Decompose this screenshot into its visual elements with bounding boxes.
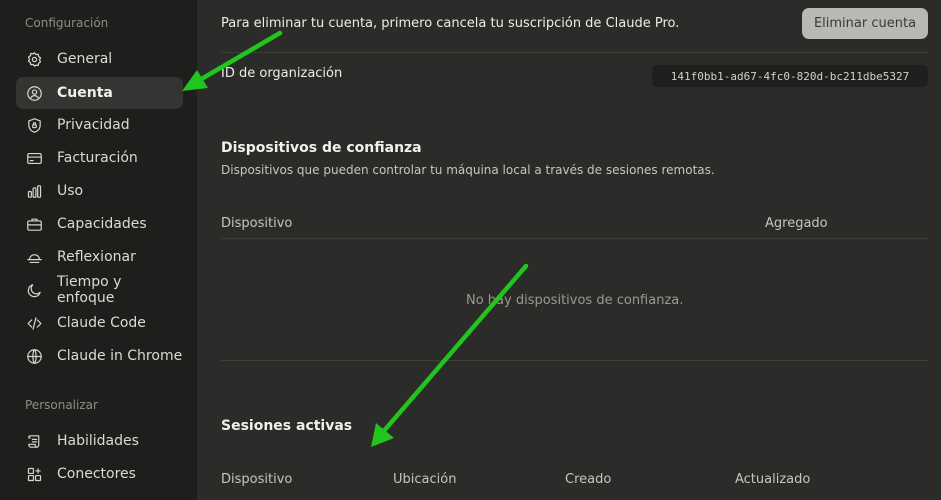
sidebar-item-label: Privacidad xyxy=(57,117,130,133)
sidebar-item-claude-in-chrome[interactable]: Claude in Chrome xyxy=(16,340,183,372)
bar-chart-icon xyxy=(27,184,42,198)
sidebar-item-facturacion[interactable]: Facturación xyxy=(16,142,183,174)
globe-icon xyxy=(27,348,42,364)
sessions-column-created: Creado xyxy=(565,472,612,487)
briefcase-icon xyxy=(27,218,42,231)
table-divider xyxy=(221,238,928,239)
sidebar-item-label: General xyxy=(57,51,113,67)
active-sessions-title: Sesiones activas xyxy=(221,418,353,434)
sidebar-item-label: Reflexionar xyxy=(57,249,136,265)
sidebar-item-reflexionar[interactable]: Reflexionar xyxy=(16,241,183,273)
account-settings-panel: Para eliminar tu cuenta, primero cancela… xyxy=(197,0,941,500)
sidebar-item-habilidades[interactable]: Habilidades xyxy=(16,425,183,457)
sidebar-item-label: Capacidades xyxy=(57,216,147,232)
sidebar-item-label: Uso xyxy=(57,183,84,199)
sidebar-item-label: Cuenta xyxy=(57,85,113,101)
moon-icon xyxy=(27,283,41,297)
gear-icon xyxy=(27,51,42,67)
sessions-column-location: Ubicación xyxy=(393,472,457,487)
delete-account-message: Para eliminar tu cuenta, primero cancela… xyxy=(221,16,680,31)
sidebar-item-cuenta[interactable]: Cuenta xyxy=(16,77,183,109)
trusted-devices-empty-state: No hay dispositivos de confianza. xyxy=(466,293,684,308)
sidebar-item-conectores[interactable]: Conectores xyxy=(16,458,183,490)
organization-id-label: ID de organización xyxy=(221,66,343,81)
sunrise-icon xyxy=(27,253,42,263)
sidebar: Configuración General Cuenta Privacidad … xyxy=(0,0,197,500)
scroll-icon xyxy=(28,434,40,448)
shield-icon xyxy=(28,117,41,133)
divider xyxy=(221,360,928,361)
sidebar-item-label: Tiempo y enfoque xyxy=(57,274,122,306)
user-circle-icon xyxy=(27,85,42,101)
trusted-devices-column-added: Agregado xyxy=(765,216,828,231)
sidebar-item-label: Claude Code xyxy=(57,315,146,331)
config-section-title: Configuración xyxy=(25,16,109,30)
sidebar-item-general[interactable]: General xyxy=(16,43,183,75)
puzzle-icon xyxy=(27,467,42,481)
sidebar-item-capacidades[interactable]: Capacidades xyxy=(16,208,183,240)
sidebar-item-tiempo-y-enfoque[interactable]: Tiempo y enfoque xyxy=(16,274,183,306)
sidebar-item-uso[interactable]: Uso xyxy=(16,175,183,207)
sidebar-item-claude-code[interactable]: Claude Code xyxy=(16,307,183,339)
trusted-devices-title: Dispositivos de confianza xyxy=(221,140,422,156)
sidebar-item-label: Facturación xyxy=(57,150,138,166)
sidebar-item-label: Habilidades xyxy=(57,433,139,449)
credit-card-icon xyxy=(27,152,42,164)
sidebar-item-privacidad[interactable]: Privacidad xyxy=(16,109,183,141)
sidebar-item-label: Conectores xyxy=(57,466,136,482)
trusted-devices-column-device: Dispositivo xyxy=(221,216,293,231)
personalize-section-title: Personalizar xyxy=(25,398,98,412)
organization-id-value: 141f0bb1-ad67-4fc0-820d-bc211dbe5327 xyxy=(652,65,928,87)
sidebar-item-label: Claude in Chrome xyxy=(57,348,183,364)
trusted-devices-subtitle: Dispositivos que pueden controlar tu máq… xyxy=(221,163,715,177)
divider xyxy=(221,52,928,53)
sessions-column-device: Dispositivo xyxy=(221,472,293,487)
delete-account-button[interactable]: Eliminar cuenta xyxy=(802,8,928,39)
code-icon xyxy=(27,316,42,330)
sessions-column-updated: Actualizado xyxy=(735,472,811,487)
